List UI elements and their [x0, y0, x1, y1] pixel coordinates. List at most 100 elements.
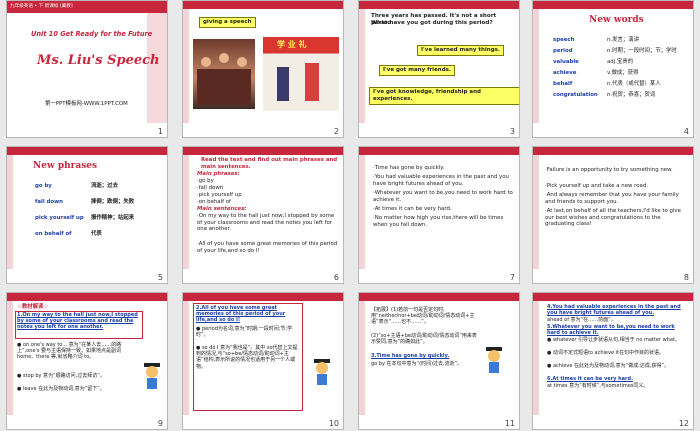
- slide-thumbnail-10[interactable]: 2.All of you have some great memories of…: [182, 292, 344, 430]
- sentence-item: ·You had valuable experiences in the pas…: [373, 174, 509, 187]
- slide-1-corner-label: 九年级英语 • 下 新课标 [冀教]: [10, 4, 73, 9]
- note-item: go by 在本句中意为“(时间)过去,流逝”。: [371, 361, 463, 367]
- slide-2-banner-text: 学 业 礼: [277, 40, 307, 49]
- slide-number: 5: [157, 273, 163, 282]
- sentence-item: ·Time has gone by quickly.: [373, 165, 445, 171]
- slide-number: 8: [683, 273, 689, 282]
- slide-11-content: 【拓展】(1)若前一句是否定句时,用“neither/nor+be动词/助动词/…: [359, 293, 519, 417]
- slide-thumbnail-12[interactable]: 4.You had valuable experiences in the pa…: [532, 292, 694, 430]
- slide-thumbnail-11[interactable]: 【拓展】(1)若前一句是否定句时,用“neither/nor+be动词/助动词/…: [358, 292, 520, 430]
- slide-number: 11: [504, 419, 515, 428]
- student-cartoon-icon: [486, 347, 502, 373]
- student-cartoon-icon: [314, 359, 330, 385]
- phrase: go by: [35, 183, 52, 189]
- slide-1-content: 九年级英语 • 下 新课标 [冀教] Unit 10 Get Ready for…: [7, 1, 167, 125]
- word: speech: [553, 37, 575, 43]
- sentence-item: ·At times it can be very hard.: [373, 206, 452, 212]
- slide-11-heading: 3.Time has gone by quickly.: [371, 353, 450, 359]
- note-item: ● on one's way to... 意为“在某人去……的路上”,one's…: [17, 342, 122, 361]
- slide-1-site: 第一PPT模板网-WWW.1PPT.COM: [45, 101, 128, 107]
- note-item: ● 动词不定式短语to achieve it在句中作目的状语。: [547, 350, 664, 356]
- phrase-meaning: 代表: [91, 231, 102, 237]
- slide-5-title: New phrases: [33, 161, 98, 171]
- phrase: pick yourself up: [35, 215, 84, 221]
- slide-6-content: Read the text and find out main phrases …: [183, 147, 343, 271]
- slide-1-unit: Unit 10 Get Ready for the Future: [31, 30, 153, 38]
- word-meaning: n.祝贺；恭喜；贺词: [607, 92, 656, 98]
- slide-10-content: 2.All of you have some great memories of…: [183, 293, 343, 417]
- slide-thumbnail-8[interactable]: ·Failure is an opportunity to try someth…: [532, 146, 694, 284]
- word: achieve: [553, 70, 577, 76]
- slide-3-answer-3: I've got knowledge, friendship and exper…: [369, 87, 519, 105]
- sentence-item: ·All of you have some great memories of …: [197, 241, 338, 254]
- slide-8-content: ·Failure is an opportunity to try someth…: [533, 147, 693, 271]
- sentence-item: ·Pick yourself up and take a new road.: [545, 183, 648, 189]
- slide-number: 7: [509, 273, 515, 282]
- note-item: ● leave 在此为及物动词,意为“留下”。: [17, 386, 105, 392]
- slide-number: 1: [157, 127, 163, 136]
- slide-thumbnail-5[interactable]: New phrases go by 流逝；过去 fall down 摔倒；跌倒；…: [6, 146, 168, 284]
- slide-thumbnail-4[interactable]: New words speech n.发言；演讲 period n.时期；一段时…: [532, 0, 694, 138]
- slide-6-heading: Read the text and find out main phrases …: [201, 157, 338, 170]
- slide-12-heading-2: 5.Whatever you want to be,you need to wo…: [547, 324, 675, 337]
- slide-12-heading-3: 6.At times it can be very hard.: [547, 376, 633, 382]
- word: period: [553, 48, 573, 54]
- slide-number: 9: [157, 419, 163, 428]
- slide-2-content: giving a speech 学 业 礼: [183, 1, 343, 125]
- word-meaning: n.时期；一段时间；节；学时: [607, 48, 677, 54]
- note-item: 【拓展】(1)若前一句是否定句时,用“neither/nor+be动词/助动词/…: [371, 307, 475, 326]
- sentence-item: ·On my way to the hall just now,I stoppe…: [197, 213, 335, 233]
- word-meaning: n.发言；演讲: [607, 37, 640, 43]
- slide-number: 10: [328, 419, 339, 428]
- phrase: on behalf of: [35, 231, 72, 237]
- slide-thumbnail-9[interactable]: ☆教材解读☆ 1.On my way to the hall just now,…: [6, 292, 168, 430]
- slide-thumbnail-3[interactable]: Three years has passed. It's not a short…: [358, 0, 520, 138]
- phrase-item: ·go by: [197, 178, 214, 184]
- slide-1-title: Ms. Liu's Speech: [37, 53, 160, 68]
- student-cartoon-icon: [144, 363, 160, 389]
- slide-3-content: Three years has passed. It's not a short…: [359, 1, 519, 125]
- slide-thumbnail-6[interactable]: Read the text and find out main phrases …: [182, 146, 344, 284]
- word-meaning: n.代表（或代替）某人: [607, 81, 661, 87]
- note-item: at times 意为“有时候”,与sometimes同义。: [547, 383, 649, 389]
- word-meaning: adj.宝贵的: [607, 59, 634, 65]
- note-item: ahead of 意为“在……前面”。: [547, 317, 616, 323]
- sentence-item: ·No matter how high you rise,there will …: [373, 215, 504, 228]
- note-item: ● period为名词,意为“时期;一段时间;节;学时”。: [196, 326, 293, 339]
- slide-number: 3: [509, 127, 515, 136]
- phrase-meaning: 流逝；过去: [91, 183, 118, 189]
- slide-9-heading: 1.On my way to the hall just now,I stopp…: [17, 312, 138, 331]
- slide-thumbnail-7[interactable]: ·Time has gone by quickly. ·You had valu…: [358, 146, 520, 284]
- sentence-item: ·Failure is an opportunity to try someth…: [545, 167, 673, 173]
- word-meaning: v.做成；获得: [607, 70, 639, 76]
- slide-2-photo-left: [193, 39, 255, 109]
- word: valuable: [553, 59, 579, 65]
- slide-number: 12: [678, 419, 689, 428]
- slide-12-heading-1: 4.You had valuable experiences in the pa…: [547, 304, 681, 317]
- word: congratulation: [553, 92, 598, 98]
- slide-12-content: 4.You had valuable experiences in the pa…: [533, 293, 693, 417]
- slide-2-photo-right: 学 业 礼: [263, 37, 339, 111]
- phrase-item: ·pick yourself up: [197, 192, 242, 198]
- slide-number: 6: [333, 273, 339, 282]
- note-item: ● achieve 在此处为及物动词,意为“做成;达成,获得”。: [547, 363, 670, 369]
- slide-thumbnail-1[interactable]: 九年级英语 • 下 新课标 [冀教] Unit 10 Get Ready for…: [6, 0, 168, 138]
- note-item: ● so do I 意为“我也是”。其中 so代替上文提到的情况,与“so+be…: [196, 345, 298, 370]
- slide-9-tag: ☆教材解读☆: [17, 304, 49, 310]
- word: behalf: [553, 81, 573, 87]
- slide-10-heading: 2.All of you have some great memories of…: [196, 305, 286, 324]
- slide-7-content: ·Time has gone by quickly. ·You had valu…: [359, 147, 519, 271]
- slide-4-content: New words speech n.发言；演讲 period n.时期；一段时…: [533, 1, 693, 125]
- phrase-item: ·on behalf of: [197, 199, 231, 205]
- slide-thumbnail-2[interactable]: giving a speech 学 业 礼 2: [182, 0, 344, 138]
- slide-9-content: ☆教材解读☆ 1.On my way to the hall just now,…: [7, 293, 167, 417]
- note-item: (2)“so+主语+be动词/助动词/情态动词”用来表示赞同,意为“的确如此”。: [371, 333, 477, 346]
- phrase-meaning: 振作精神；站起来: [91, 215, 135, 221]
- slide-3-answer-2: I've got many friends.: [379, 65, 456, 76]
- slide-4-title: New words: [589, 15, 644, 25]
- note-item: ● stop by 意为“顺路访问,过去拜访”。: [17, 373, 105, 379]
- note-item: ● whatever 引导让步状语从句,相当于 no matter what。: [547, 337, 680, 343]
- slide-5-content: New phrases go by 流逝；过去 fall down 摔倒；跌倒；…: [7, 147, 167, 271]
- slide-6-main-phrases-label: Main phrases:: [197, 171, 240, 177]
- phrase-item: ·fall down: [197, 185, 224, 191]
